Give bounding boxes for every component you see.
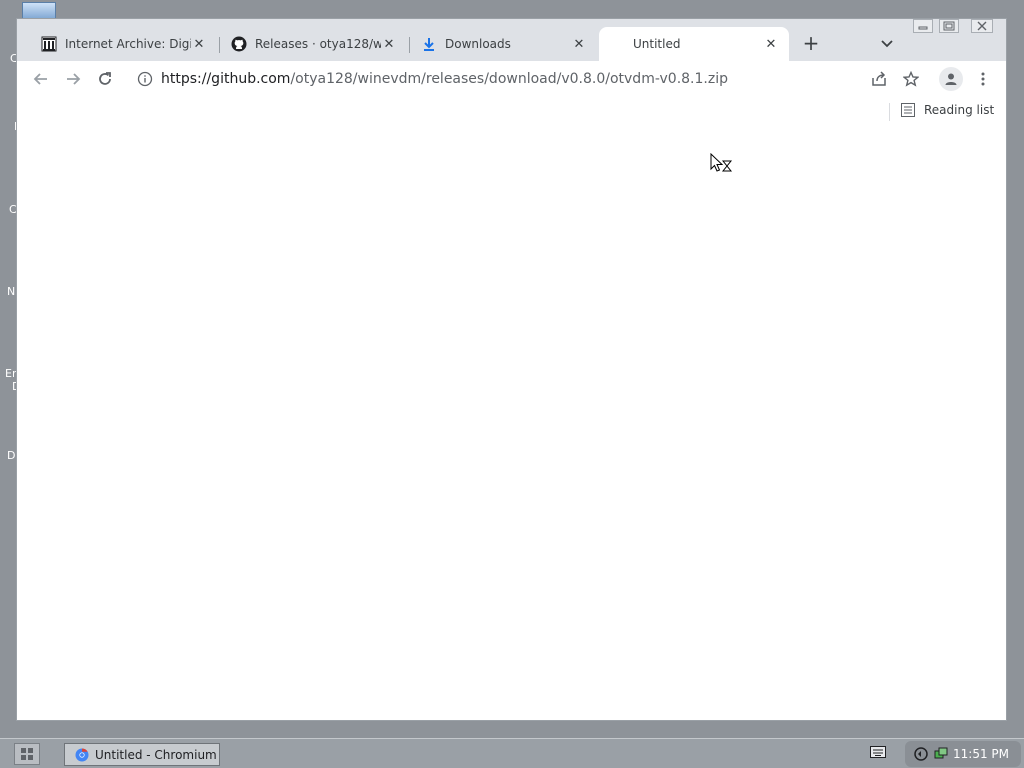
tab-close-icon[interactable]: ✕ (191, 37, 207, 52)
clock[interactable]: 11:51 PM (953, 747, 1009, 761)
tab-untitled[interactable]: Untitled ✕ (599, 27, 789, 61)
desktop-icon-label: D (7, 449, 16, 462)
desktop-icon-label: Er (5, 367, 17, 380)
share-button[interactable] (867, 67, 891, 91)
tab-close-icon[interactable]: ✕ (763, 37, 779, 52)
browser-window: Internet Archive: Digit ✕ Releases · oty… (16, 18, 1007, 721)
tab-strip: Internet Archive: Digit ✕ Releases · oty… (17, 25, 1006, 61)
start-button[interactable] (14, 743, 40, 765)
url-text: https://github.com/otya128/winevdm/relea… (161, 71, 728, 87)
tab-divider (409, 37, 410, 53)
reading-list-icon (901, 103, 915, 117)
url-path: /otya128/winevdm/releases/download/v0.8.… (290, 71, 728, 87)
chevron-down-icon (881, 40, 893, 48)
page-content[interactable] (17, 129, 1006, 720)
tab-github-releases[interactable]: Releases · otya128/wi ✕ (221, 27, 407, 61)
address-bar[interactable]: https://github.com/otya128/winevdm/relea… (129, 65, 889, 93)
archive-icon (41, 36, 57, 52)
tab-title: Releases · otya128/wi (255, 37, 381, 51)
share-icon (872, 71, 886, 86)
menu-button[interactable] (971, 67, 995, 91)
tab-search-button[interactable] (879, 35, 895, 51)
tab-downloads[interactable]: Downloads ✕ (411, 27, 597, 61)
tab-title: Downloads (445, 37, 511, 51)
reading-list-button[interactable]: Reading list (901, 103, 994, 117)
more-vertical-icon (981, 72, 985, 86)
browser-toolbar: https://github.com/otya128/winevdm/relea… (17, 61, 1006, 97)
bookmark-star-button[interactable] (899, 67, 923, 91)
taskbar: Untitled - Chromium 11:51 PM (0, 738, 1024, 768)
desktop-icon-label: N (7, 285, 16, 298)
keyboard-indicator[interactable] (870, 746, 886, 761)
forward-button[interactable] (61, 67, 85, 91)
star-icon (903, 71, 919, 87)
profile-button[interactable] (939, 67, 963, 91)
reload-icon (99, 72, 111, 85)
busy-cursor-icon (710, 153, 733, 172)
back-button[interactable] (29, 67, 53, 91)
github-icon (231, 36, 247, 52)
tab-divider (219, 37, 220, 53)
reading-list-label: Reading list (924, 103, 995, 117)
tab-title: Internet Archive: Digit (65, 37, 191, 51)
system-tray: 11:51 PM (905, 741, 1021, 767)
tab-close-icon[interactable]: ✕ (381, 37, 397, 52)
new-tab-button[interactable]: + (801, 33, 821, 53)
taskbar-window-label: Untitled - Chromium (95, 747, 217, 762)
info-icon[interactable] (137, 71, 153, 87)
app-grid-icon (21, 748, 33, 760)
arrow-right-icon (67, 73, 81, 85)
volume-icon[interactable] (913, 746, 929, 762)
arrow-left-icon (33, 73, 47, 85)
tab-close-icon[interactable]: ✕ (571, 37, 587, 52)
keyboard-icon (870, 746, 886, 758)
person-icon (945, 73, 957, 85)
tab-title: Untitled (633, 37, 681, 51)
taskbar-window-chromium[interactable]: Untitled - Chromium (64, 743, 220, 766)
network-icon[interactable] (933, 746, 949, 762)
download-icon (424, 38, 434, 51)
reload-button[interactable] (93, 67, 117, 91)
bookmarks-divider (889, 103, 890, 121)
bookmarks-bar: Reading list (17, 97, 1006, 130)
url-host: https://github.com (161, 71, 291, 87)
tab-internet-archive[interactable]: Internet Archive: Digit ✕ (31, 27, 217, 61)
chromium-icon (75, 748, 89, 761)
